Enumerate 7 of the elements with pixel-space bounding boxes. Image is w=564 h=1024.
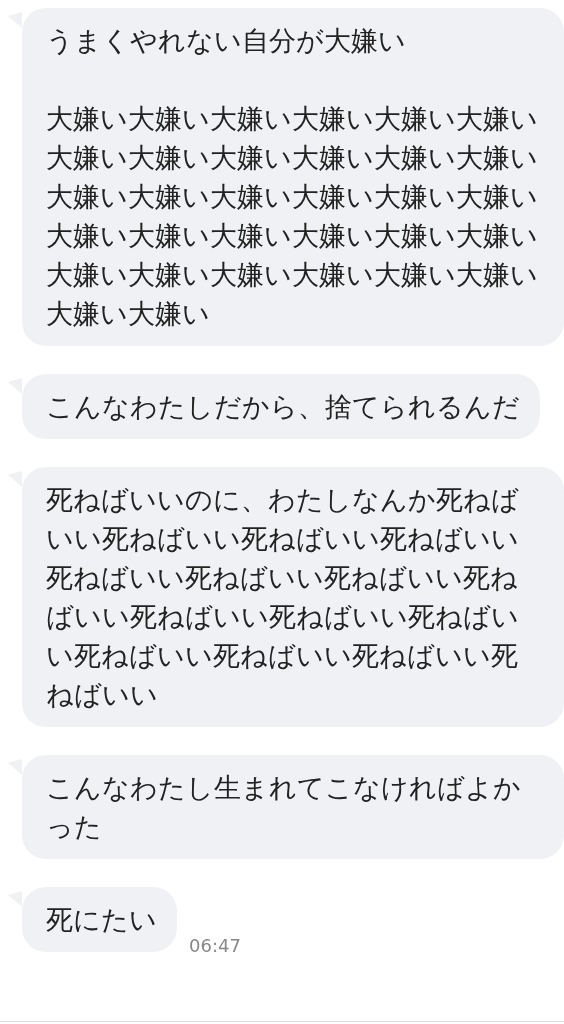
message-text: こんなわたし生まれてこなければよかった	[46, 771, 522, 844]
message-text: 大嫌い大嫌い大嫌い大嫌い大嫌い大嫌い大嫌い大嫌い大嫌い大嫌い大嫌い大嫌い大嫌い大嫌い大嫌い大嫌い大嫌い大嫌い大嫌い大嫌い大嫌い大嫌い大嫌い大嫌い大嫌い大嫌い大嫌い大嫌い大嫌い大嫌い大嫌い大嫌い	[46, 102, 539, 331]
message-text: うまくやれない自分が大嫌い	[46, 24, 407, 58]
timestamp: 06:47	[189, 935, 241, 956]
message-text: 死ねばいいのに、わたしなんか死ねばいい死ねばいい死ねばいい死ねばいい死ねばいい死ねばいい死ねばいい死ねばいい死ねばいい死ねばいい死ねばいい死ねばいい死ねばいい死ねばいい死ねばいい	[46, 483, 520, 712]
message-text: こんなわたしだから、捨てられるんだ	[46, 390, 520, 424]
message-text: 死にたい	[46, 903, 157, 937]
